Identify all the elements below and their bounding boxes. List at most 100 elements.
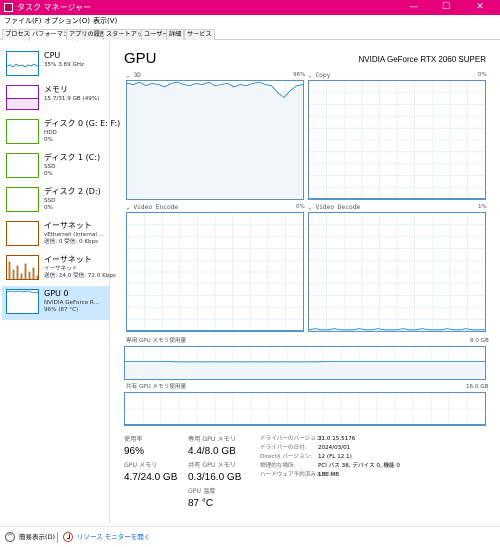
graph-shared-memory[interactable] <box>124 392 486 426</box>
shared-memory-label: 共有 GPU メモリ <box>188 462 236 469</box>
series-3d-area <box>127 82 303 199</box>
disk0-thumbnail <box>6 119 39 144</box>
sidebar-item-type: SSD <box>44 198 56 204</box>
sidebar-item-detail: 0% <box>44 137 53 143</box>
graph-label-video-encode[interactable]: ⌄ Video Encode <box>126 204 178 211</box>
sidebar-item-ethernet-1[interactable]: イーサネット vEthernet (Internal ... 送信: 0 受信:… <box>2 218 109 252</box>
sidebar-item-disk1[interactable]: ディスク 1 (C:) SSD 0% <box>2 150 109 184</box>
sidebar-item-gpu0[interactable]: GPU 0 NVIDIA GeForce R... 96% (87 °C) <box>2 286 109 320</box>
chart-dedicated-svg <box>125 347 485 379</box>
graph-label-copy[interactable]: ⌄ Copy <box>308 72 330 79</box>
sidebar-item-label: イーサネット <box>44 255 92 264</box>
sidebar-item-detail: 送信: 24.0 受信: 72.0 Kbps <box>44 273 116 279</box>
graph-video-encode[interactable] <box>126 212 304 332</box>
footer-bar: ^ 簡易表示(D) リソース モニターを開く <box>0 526 500 547</box>
sidebar-item-detail: 0% <box>44 205 53 211</box>
gpu-temperature-value: 87 °C <box>188 498 214 509</box>
tab-services[interactable]: サービス <box>184 29 215 40</box>
graph-label-video-decode[interactable]: ⌄ Video Decode <box>308 204 360 211</box>
sidebar-item-label: ディスク 2 (D:) <box>44 187 101 196</box>
graph-video-decode[interactable] <box>308 212 486 332</box>
graph-dedicated-memory[interactable] <box>124 346 486 380</box>
minimize-button[interactable]: — <box>398 0 430 15</box>
sidebar-item-label: ディスク 1 (C:) <box>44 153 101 162</box>
sidebar-item-cpu[interactable]: CPU 35% 3.89 GHz <box>2 48 109 82</box>
driver-date-value: 2024/03/01 <box>318 445 351 451</box>
sidebar-item-disk0[interactable]: ディスク 0 (G: E: F:) HDD 0% <box>2 116 120 150</box>
chart-shared-svg <box>125 393 485 425</box>
menu-bar: ファイル(F) オプション(O) 表示(V) <box>0 15 500 28</box>
physical-location-value: PCI バス 38, デバイス 0, 機能 0 <box>318 463 400 469</box>
graph-3d[interactable] <box>126 80 304 200</box>
page-title: GPU <box>124 50 157 67</box>
menu-options[interactable]: オプション(O) <box>44 16 90 27</box>
gpu-temperature-label: GPU 温度 <box>188 488 216 495</box>
maximize-button[interactable]: ☐ <box>430 0 462 15</box>
directx-version-value: 12 (FL 12.1) <box>318 454 352 460</box>
graph-percent-video-decode: 1% <box>478 204 487 210</box>
dedicated-memory-graph-label: 専用 GPU メモリ使用量 <box>126 338 187 344</box>
sidebar-item-ethernet-2[interactable]: イーサネット イーサネット 送信: 24.0 受信: 72.0 Kbps <box>2 252 116 286</box>
sidebar-item-detail: 35% 3.89 GHz <box>44 62 84 68</box>
graph-percent-video-encode: 0% <box>296 204 305 210</box>
sidebar-item-detail: 96% (87 °C) <box>44 307 79 313</box>
gpu-memory-label: GPU メモリ <box>124 462 158 469</box>
window-title: タスク マネージャー <box>17 3 91 12</box>
directx-version-label: DirectX バージョン: <box>260 454 313 460</box>
tab-bar: プロセス パフォーマンス アプリの履歴 スタートアップ ユーザー 詳細 サービス <box>0 28 500 41</box>
open-resource-monitor-link[interactable]: リソース モニターを開く <box>77 533 150 542</box>
ethernet1-thumbnail <box>6 221 39 246</box>
resource-sidebar: CPU 35% 3.89 GHz メモリ 15.7/31.9 GB (49%) … <box>0 42 120 522</box>
chart-3d-svg <box>127 81 303 199</box>
disk2-thumbnail <box>6 187 39 212</box>
utilization-label: 使用率 <box>124 436 143 443</box>
physical-location-label: 物理的な場所: <box>260 463 296 469</box>
driver-date-label: ドライバーの日付: <box>260 445 307 451</box>
utilization-value: 96% <box>124 446 145 457</box>
shared-memory-value: 0.3/16.0 GB <box>188 472 242 483</box>
menu-view[interactable]: 表示(V) <box>93 16 117 27</box>
dedicated-memory-value: 4.4/8.0 GB <box>188 446 236 457</box>
chart-decode-svg <box>309 213 485 331</box>
dedicated-memory-label: 専用 GPU メモリ <box>188 436 236 443</box>
sidebar-item-model: NVIDIA GeForce R... <box>44 300 99 306</box>
graph-percent-copy: 0% <box>478 72 487 78</box>
sidebar-item-detail: 0% <box>44 171 53 177</box>
sidebar-item-label: GPU 0 <box>44 289 69 298</box>
resource-monitor-icon[interactable] <box>63 532 73 542</box>
graph-label-3d[interactable]: ⌄ 3D <box>126 72 141 79</box>
close-button[interactable]: ✕ <box>464 0 496 15</box>
sidebar-item-label: メモリ <box>44 85 68 94</box>
sidebar-item-detail: 15.7/31.9 GB (49%) <box>44 96 100 102</box>
gpu-detail-panel: GPU NVIDIA GeForce RTX 2060 SUPER ⌄ 3D 9… <box>120 42 492 522</box>
cpu-thumbnail <box>6 51 39 76</box>
shared-memory-graph-label: 共有 GPU メモリ使用量 <box>126 384 187 390</box>
driver-version-label: ドライバーのバージョン: <box>260 436 324 442</box>
sidebar-item-disk2[interactable]: ディスク 2 (D:) SSD 0% <box>2 184 109 218</box>
driver-version-value: 31.0.15.5176 <box>318 436 356 442</box>
chart-encode-svg <box>127 213 303 331</box>
sidebar-item-type: HDD <box>44 130 57 136</box>
memory-thumbnail <box>6 85 39 110</box>
chart-copy-svg <box>309 81 485 199</box>
gpu-memory-value: 4.7/24.0 GB <box>124 472 178 483</box>
reserved-memory-value: 186 MB <box>318 472 340 478</box>
menu-file[interactable]: ファイル(F) <box>4 16 42 27</box>
graph-copy[interactable] <box>308 80 486 200</box>
ethernet2-thumbnail <box>6 255 39 280</box>
sidebar-item-label: CPU <box>44 51 61 60</box>
sidebar-item-adapter: イーサネット <box>44 266 78 272</box>
sidebar-item-label: ディスク 0 (G: E: F:) <box>44 119 121 128</box>
sidebar-item-type: SSD <box>44 164 56 170</box>
task-manager-icon <box>4 3 13 12</box>
chevron-up-icon[interactable]: ^ <box>5 532 15 542</box>
sidebar-item-memory[interactable]: メモリ 15.7/31.9 GB (49%) <box>2 82 109 116</box>
fewer-details-link[interactable]: 簡易表示(D) <box>19 533 55 542</box>
dedicated-memory-graph-max: 8.0 GB <box>470 338 489 344</box>
gpu0-thumbnail <box>6 289 39 314</box>
title-bar: タスク マネージャー — ☐ ✕ <box>0 0 500 15</box>
gpu-model-name: NVIDIA GeForce RTX 2060 SUPER <box>358 55 486 64</box>
tab-details[interactable]: 詳細 <box>166 29 185 40</box>
sidebar-item-detail: 送信: 0 受信: 0 Kbps <box>44 239 99 245</box>
graph-percent-3d: 96% <box>293 72 306 78</box>
